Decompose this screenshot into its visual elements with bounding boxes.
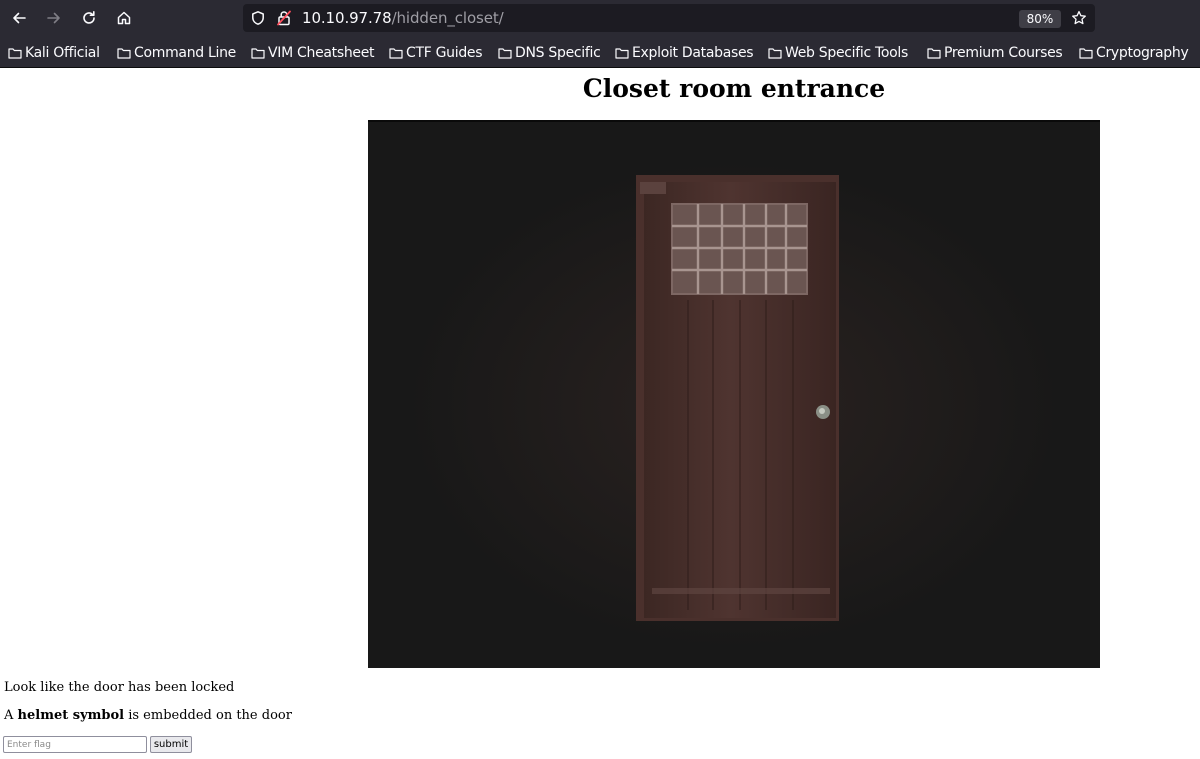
folder-icon bbox=[8, 48, 22, 59]
bookmark-label: Cryptography bbox=[1096, 45, 1189, 61]
star-icon bbox=[1072, 10, 1086, 25]
folder-icon bbox=[927, 48, 941, 59]
bookmark-label: Exploit Databases bbox=[632, 45, 754, 61]
submit-button[interactable]: submit bbox=[150, 736, 192, 753]
locked-message: Look like the door has been locked bbox=[4, 680, 235, 695]
folder-icon bbox=[117, 48, 131, 59]
flag-input[interactable] bbox=[3, 736, 147, 753]
url-text[interactable]: 10.10.97.78/hidden_closet/ bbox=[302, 9, 504, 27]
arrow-left-icon bbox=[13, 12, 26, 24]
bookmark-folder-exploit-databases[interactable]: Exploit Databases bbox=[615, 43, 754, 63]
arrow-right-icon bbox=[47, 12, 60, 24]
bookmark-label: VIM Cheatsheet bbox=[268, 45, 375, 61]
bookmarks-toolbar: Kali Official Command Line VIM Cheatshee… bbox=[0, 37, 1200, 68]
bookmark-folder-premium-courses[interactable]: Premium Courses bbox=[927, 43, 1063, 63]
zoom-level-badge[interactable]: 80% bbox=[1019, 10, 1061, 28]
page-title: Closet room entrance bbox=[582, 74, 886, 103]
bookmark-folder-dns-specific[interactable]: DNS Specific bbox=[498, 43, 601, 63]
folder-icon bbox=[768, 48, 782, 59]
forward-button[interactable] bbox=[42, 6, 66, 30]
reload-icon bbox=[83, 11, 95, 24]
browser-toolbar: 10.10.97.78/hidden_closet/ 80% bbox=[0, 0, 1200, 37]
bookmark-label: DNS Specific bbox=[515, 45, 601, 61]
folder-icon bbox=[1079, 48, 1093, 59]
home-icon bbox=[117, 11, 131, 25]
bookmark-label: Premium Courses bbox=[944, 45, 1063, 61]
bookmark-folder-web-specific-tools[interactable]: Web Specific Tools bbox=[768, 43, 908, 63]
bookmark-label: Web Specific Tools bbox=[785, 45, 908, 61]
folder-icon bbox=[251, 48, 265, 59]
folder-icon bbox=[615, 48, 629, 59]
url-host: 10.10.97.78 bbox=[302, 9, 392, 27]
folder-icon bbox=[389, 48, 403, 59]
bookmark-star-button[interactable] bbox=[1069, 8, 1089, 28]
back-button[interactable] bbox=[7, 6, 31, 30]
home-button[interactable] bbox=[112, 6, 136, 30]
bookmark-label: Kali Official bbox=[25, 45, 100, 61]
lock-insecure-icon[interactable] bbox=[276, 10, 292, 26]
closet-door-illustration bbox=[368, 120, 1100, 668]
bookmark-folder-kali-official[interactable]: Kali Official bbox=[8, 43, 100, 63]
door-image bbox=[368, 120, 1100, 668]
hint-text: A helmet symbol is embedded on the door bbox=[4, 708, 292, 723]
url-path: /hidden_closet/ bbox=[391, 9, 504, 27]
bookmark-label: Command Line bbox=[134, 45, 236, 61]
shield-icon[interactable] bbox=[250, 10, 266, 26]
reload-button[interactable] bbox=[77, 6, 101, 30]
hint-suffix: is embedded on the door bbox=[124, 708, 292, 723]
bookmark-folder-vim-cheatsheet[interactable]: VIM Cheatsheet bbox=[251, 43, 375, 63]
hint-prefix: A bbox=[4, 708, 18, 723]
bookmark-folder-ctf-guides[interactable]: CTF Guides bbox=[389, 43, 483, 63]
hint-highlight: helmet symbol bbox=[17, 708, 125, 723]
url-bar[interactable]: 10.10.97.78/hidden_closet/ 80% bbox=[243, 4, 1095, 32]
folder-icon bbox=[498, 48, 512, 59]
bookmark-folder-cryptography[interactable]: Cryptography bbox=[1079, 43, 1189, 63]
bookmark-label: CTF Guides bbox=[406, 45, 483, 61]
bookmark-folder-command-line[interactable]: Command Line bbox=[117, 43, 236, 63]
